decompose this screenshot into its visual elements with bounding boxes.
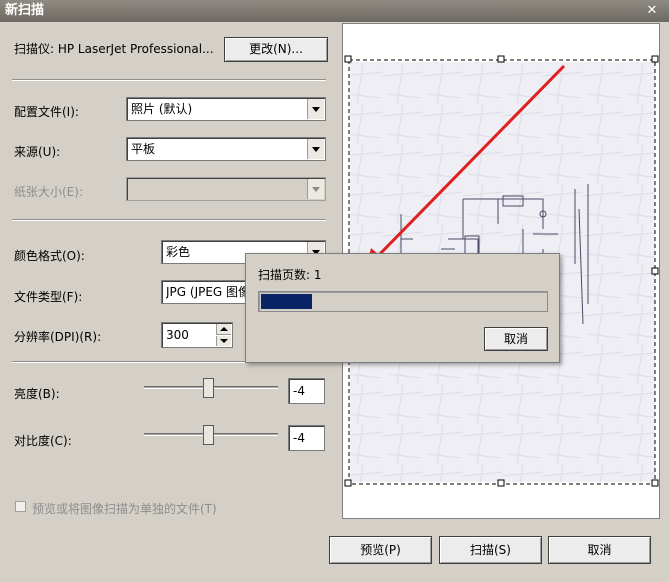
brightness-input[interactable]: -4 [288, 378, 325, 404]
separate-files-checkbox[interactable] [15, 501, 26, 512]
profile-dropdown[interactable]: 照片 (默认) [126, 97, 326, 121]
crop-handle[interactable] [651, 267, 659, 275]
change-scanner-button[interactable]: 更改(N)... [224, 37, 328, 62]
resolution-value: 300 [166, 328, 189, 342]
paper-size-dropdown [126, 177, 326, 201]
crop-handle[interactable] [344, 479, 352, 487]
contrast-input[interactable]: -4 [288, 425, 325, 451]
chevron-down-icon[interactable] [307, 139, 324, 159]
progress-bar [258, 291, 548, 312]
crop-handle[interactable] [497, 479, 505, 487]
spin-up-icon[interactable] [216, 324, 231, 335]
scanner-label: 扫描仪: HP LaserJet Professional... [14, 42, 214, 56]
progress-dialog: 扫描页数: 1 取消 [245, 253, 560, 363]
cancel-button[interactable]: 取消 [548, 536, 651, 564]
progress-bar-fill [261, 294, 312, 309]
close-icon[interactable]: ✕ [641, 2, 663, 20]
separator [12, 219, 326, 221]
spin-down-icon[interactable] [216, 336, 231, 346]
separator [12, 79, 326, 81]
preview-button[interactable]: 预览(P) [329, 536, 432, 564]
file-type-value: JPG (JPEG 图像) [166, 285, 255, 299]
title-bar: 新扫描 ✕ [0, 0, 669, 22]
paper-size-label: 纸张大小(E): [14, 185, 83, 199]
color-format-label: 颜色格式(O): [14, 249, 85, 263]
color-format-value: 彩色 [166, 245, 191, 259]
crop-handle[interactable] [344, 55, 352, 63]
contrast-slider-thumb[interactable] [203, 425, 214, 445]
chevron-down-icon [307, 179, 324, 199]
window-title: 新扫描 [5, 3, 45, 18]
brightness-label: 亮度(B): [14, 387, 60, 401]
source-dropdown[interactable]: 平板 [126, 137, 326, 161]
progress-cancel-button[interactable]: 取消 [484, 327, 548, 351]
pages-scanned-text: 扫描页数: 1 [258, 268, 322, 282]
crop-handle[interactable] [651, 479, 659, 487]
source-value: 平板 [131, 142, 156, 156]
file-type-label: 文件类型(F): [14, 290, 83, 304]
crop-handle[interactable] [651, 55, 659, 63]
separate-files-label: 预览或将图像扫描为单独的文件(T) [32, 502, 217, 516]
chevron-down-icon[interactable] [307, 99, 324, 119]
crop-handle[interactable] [497, 55, 505, 63]
scan-button[interactable]: 扫描(S) [439, 536, 542, 564]
profile-label: 配置文件(I): [14, 105, 79, 119]
profile-value: 照片 (默认) [131, 102, 193, 116]
contrast-label: 对比度(C): [14, 434, 72, 448]
resolution-stepper[interactable]: 300 [161, 322, 233, 348]
resolution-label: 分辨率(DPI)(R): [14, 330, 102, 344]
brightness-slider-thumb[interactable] [203, 378, 214, 398]
source-label: 来源(U): [14, 145, 61, 159]
